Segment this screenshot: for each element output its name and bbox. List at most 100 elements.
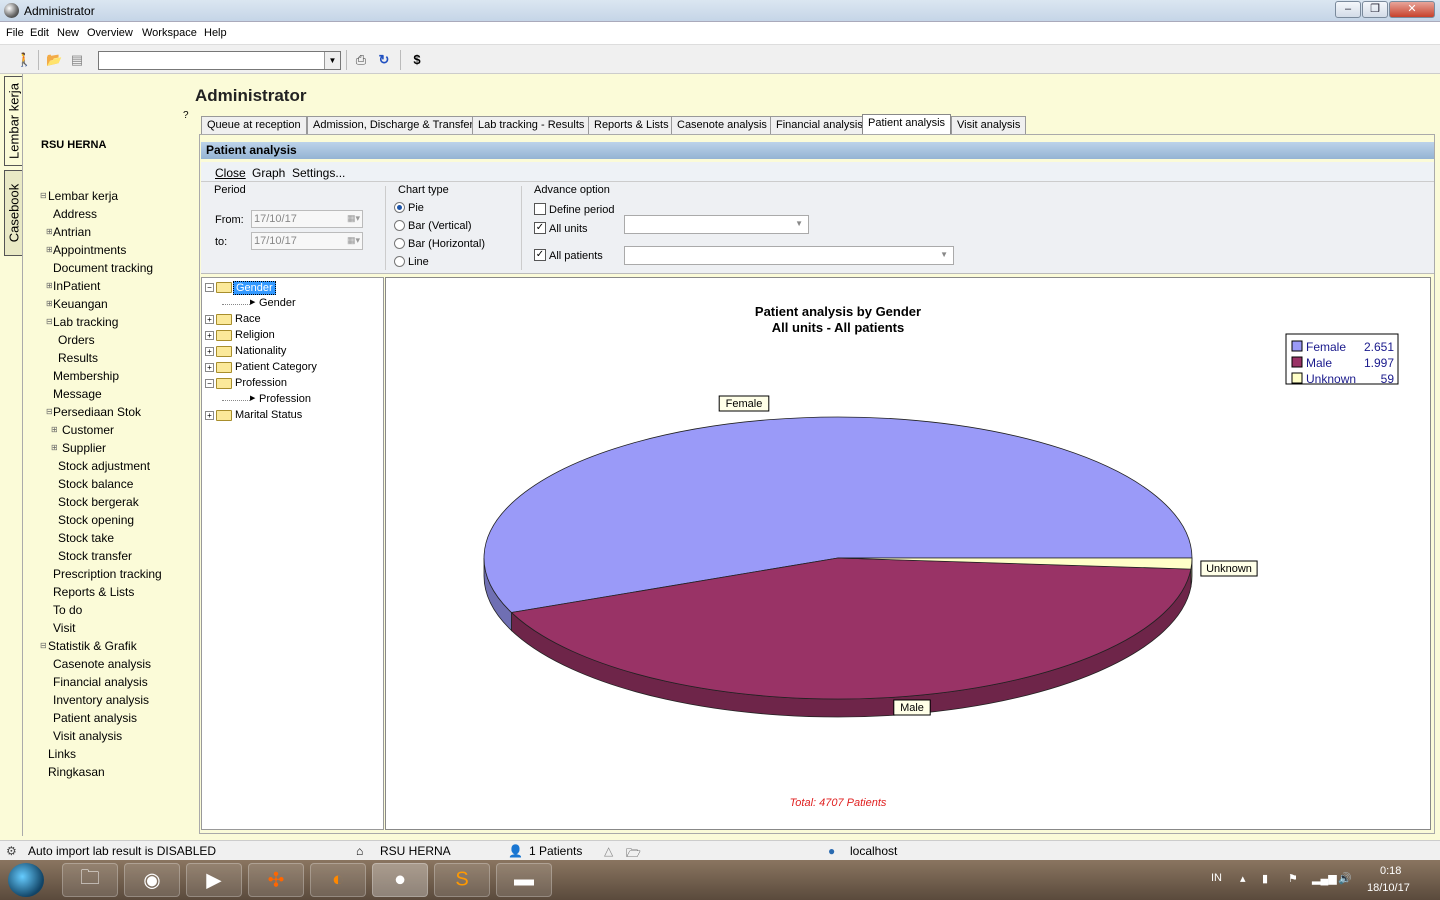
refresh-icon[interactable]: ↻: [376, 52, 392, 68]
nav-item-lembar-kerja[interactable]: Lembar kerja: [48, 189, 118, 203]
tab-visit-analysis[interactable]: Visit analysis: [951, 116, 1027, 135]
nav-item-inventory-analysis[interactable]: Inventory analysis: [53, 693, 149, 707]
expand-icon[interactable]: ⊞: [46, 227, 53, 236]
nav-item-links[interactable]: Links: [48, 747, 76, 761]
collapse-icon[interactable]: ⊟: [46, 317, 53, 326]
chevron-down-icon[interactable]: ▼: [795, 219, 803, 228]
open-folder-icon[interactable]: 📂: [46, 52, 62, 68]
tab-casenote-analysis[interactable]: Casenote analysis: [671, 116, 773, 135]
tree-node-marital-status[interactable]: Marital Status: [235, 409, 302, 421]
tree-node-race[interactable]: Race: [235, 313, 261, 325]
expand-icon[interactable]: ⊞: [46, 245, 53, 254]
nav-item-stock-take[interactable]: Stock take: [58, 531, 114, 545]
nav-item-orders[interactable]: Orders: [58, 333, 95, 347]
tab-adt[interactable]: Admission, Discharge & Transfer: [307, 116, 480, 135]
expand-icon[interactable]: ⊞: [46, 281, 53, 290]
vtab-lembar-kerja[interactable]: Lembar kerja: [4, 76, 23, 166]
expand-icon[interactable]: +: [205, 331, 214, 340]
tree-node-profession[interactable]: Profession: [235, 377, 287, 389]
menu-new[interactable]: New: [57, 27, 79, 39]
radio-pie[interactable]: [394, 202, 405, 213]
radio-bar-vertical[interactable]: [394, 220, 405, 231]
help-mark[interactable]: ?: [183, 110, 189, 121]
calendar-icon[interactable]: ▦▾: [347, 235, 360, 246]
menu-edit[interactable]: Edit: [30, 27, 49, 39]
to-date-field[interactable]: 17/10/17 ▦▾: [251, 232, 363, 250]
nav-item-visit[interactable]: Visit: [53, 621, 75, 635]
user-icon[interactable]: 🚶: [16, 52, 32, 68]
tree-leaf-profession[interactable]: Profession: [259, 393, 311, 405]
expand-icon[interactable]: ⊞: [51, 425, 58, 434]
clock-date[interactable]: 18/10/17: [1367, 882, 1410, 894]
calendar-icon[interactable]: ▦▾: [347, 213, 360, 224]
collapse-icon[interactable]: ⊟: [40, 191, 47, 200]
app-taskbar-button[interactable]: ●: [372, 863, 428, 897]
chevron-down-icon[interactable]: ▼: [940, 250, 948, 259]
expand-icon[interactable]: +: [205, 363, 214, 372]
all-units-checkbox[interactable]: ✓: [534, 222, 546, 234]
nav-item-lab-tracking[interactable]: Lab tracking: [53, 315, 118, 329]
nav-item-membership[interactable]: Membership: [53, 369, 119, 383]
tree-node-gender[interactable]: Gender: [233, 281, 276, 295]
collapse-icon[interactable]: −: [205, 283, 214, 292]
tab-patient-analysis[interactable]: Patient analysis: [862, 114, 952, 135]
from-date-field[interactable]: 17/10/17 ▦▾: [251, 210, 363, 228]
flag-icon[interactable]: ⚑: [1288, 872, 1298, 885]
expand-icon[interactable]: ⊞: [46, 299, 53, 308]
clock-time[interactable]: 0:18: [1380, 865, 1401, 877]
nav-item-message[interactable]: Message: [53, 387, 102, 401]
nav-item-stock-adjustment[interactable]: Stock adjustment: [58, 459, 150, 473]
nav-item-document-tracking[interactable]: Document tracking: [53, 261, 153, 275]
expand-icon[interactable]: +: [205, 315, 214, 324]
nav-item-visit-analysis[interactable]: Visit analysis: [53, 729, 122, 743]
collapse-icon[interactable]: ⊟: [46, 407, 53, 416]
nav-item-prescription-tracking[interactable]: Prescription tracking: [53, 567, 162, 581]
graph-button[interactable]: Graph: [252, 166, 285, 180]
tree-leaf-gender[interactable]: Gender: [259, 297, 296, 309]
nav-item-financial-analysis[interactable]: Financial analysis: [53, 675, 148, 689]
expand-icon[interactable]: +: [205, 347, 214, 356]
nav-item-appointments[interactable]: Appointments: [53, 243, 126, 257]
radio-line[interactable]: [394, 256, 405, 267]
battery-icon[interactable]: ▮: [1262, 872, 1268, 885]
expand-icon[interactable]: ⊞: [51, 443, 58, 452]
tree-node-patient-category[interactable]: Patient Category: [235, 361, 317, 373]
collapse-icon[interactable]: −: [205, 379, 214, 388]
nav-item-antrian[interactable]: Antrian: [53, 225, 91, 239]
xampp-taskbar-button[interactable]: ✣: [248, 863, 304, 897]
volume-icon[interactable]: 🔊: [1338, 872, 1352, 885]
tab-reports-lists[interactable]: Reports & Lists: [588, 116, 675, 135]
dollar-icon[interactable]: $: [409, 52, 425, 68]
nav-item-supplier[interactable]: Supplier: [62, 441, 106, 455]
nav-item-patient-analysis[interactable]: Patient analysis: [53, 711, 137, 725]
define-period-checkbox[interactable]: [534, 203, 546, 215]
nav-item-reports-lists[interactable]: Reports & Lists: [53, 585, 134, 599]
nav-item-results[interactable]: Results: [58, 351, 98, 365]
all-patients-checkbox[interactable]: ✓: [534, 249, 546, 261]
menu-overview[interactable]: Overview: [87, 27, 133, 39]
nav-item-inpatient[interactable]: InPatient: [53, 279, 100, 293]
nav-item-stock-bergerak[interactable]: Stock bergerak: [58, 495, 139, 509]
nav-item-customer[interactable]: Customer: [62, 423, 114, 437]
minimize-button[interactable]: –: [1335, 1, 1361, 18]
tab-queue-at-reception[interactable]: Queue at reception: [201, 116, 307, 135]
nav-item-casenote-analysis[interactable]: Casenote analysis: [53, 657, 151, 671]
tab-lab-tracking-results[interactable]: Lab tracking - Results: [472, 116, 591, 135]
save-icon[interactable]: ▤: [69, 52, 85, 68]
settings-button[interactable]: Settings...: [292, 166, 345, 180]
firefox-taskbar-button[interactable]: ◐: [310, 863, 366, 897]
toolbar-combo[interactable]: ▼: [98, 51, 341, 70]
language-indicator[interactable]: IN: [1211, 872, 1222, 884]
vtab-casebook[interactable]: Casebook: [4, 170, 23, 256]
print-icon[interactable]: ⎙: [353, 52, 369, 68]
menu-help[interactable]: Help: [204, 27, 227, 39]
nav-item-ringkasan[interactable]: Ringkasan: [48, 765, 105, 779]
nav-item-stock-balance[interactable]: Stock balance: [58, 477, 133, 491]
network-icon[interactable]: ▂▄▆: [1312, 872, 1337, 885]
nav-item-keuangan[interactable]: Keuangan: [53, 297, 108, 311]
tab-financial-analysis[interactable]: Financial analysis: [770, 116, 869, 135]
chevron-down-icon[interactable]: ▼: [324, 52, 340, 69]
chrome-taskbar-button[interactable]: ◉: [124, 863, 180, 897]
sublime-taskbar-button[interactable]: S: [434, 863, 490, 897]
maximize-button[interactable]: ❐: [1362, 1, 1388, 18]
